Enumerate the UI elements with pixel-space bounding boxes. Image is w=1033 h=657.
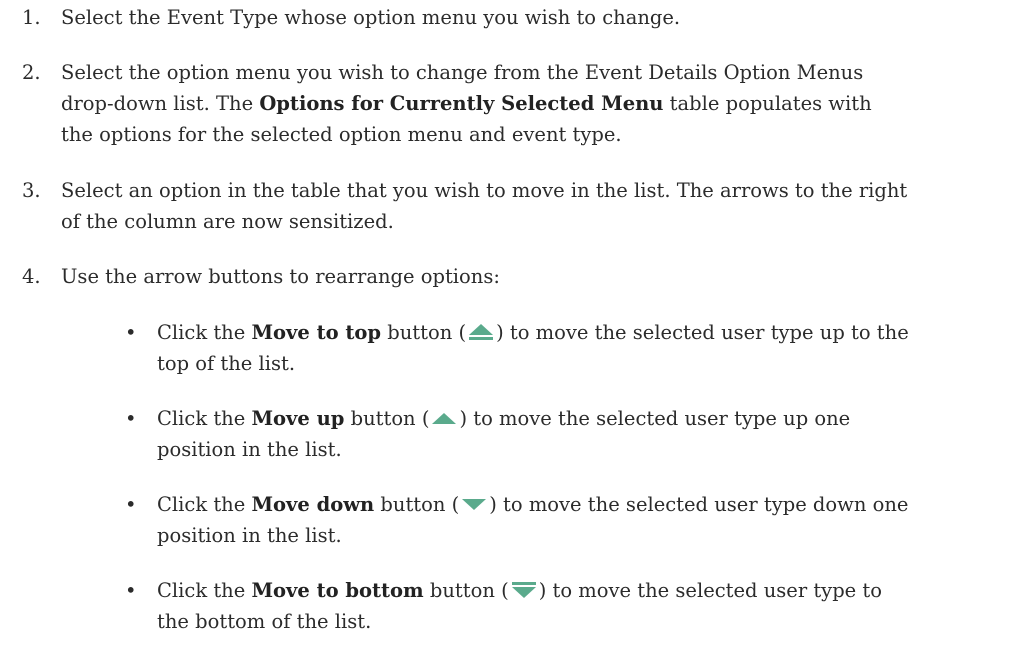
bullet-line: Click the Move to bottom button ( ) to mo… [157,575,1007,606]
text-run: Click the [157,321,252,344]
emphasis-table-name: Options for Currently Selected Menu [259,92,664,115]
bullet-text: Click the Move down button ( ) to move th… [157,489,1007,551]
bullet-line: top of the list. [157,352,296,375]
move-up-icon [430,408,458,428]
bullet-text: Click the Move to top button ( ) to move … [157,317,1007,379]
step-line: the options for the selected option menu… [61,123,622,146]
bullet-dot: • [125,579,137,602]
text-run: table populates with [663,92,872,115]
text-run: ) to move the selected user type up to t… [496,321,909,344]
bullet-dot: • [125,407,137,430]
emphasis-button-name: Move to top [251,321,382,344]
instruction-document: 1. Select the Event Type whose option me… [0,0,1033,657]
bullet-text: Click the Move up button ( ) to move the … [157,403,1007,465]
step-line: Select the option menu you wish to chang… [61,61,864,84]
text-run: drop-down list. The [61,92,260,115]
move-down-icon [460,494,488,514]
text-run: button ( [423,579,509,602]
text-run: Click the [157,579,252,602]
step-text: Select the option menu you wish to chang… [61,57,1006,150]
step-number: 4. [22,265,41,288]
text-run: button ( [381,321,467,344]
text-run: button ( [374,493,460,516]
move-to-bottom-icon [510,580,538,600]
bullet-text: Click the Move to bottom button ( ) to mo… [157,575,1007,637]
step-line: Select an option in the table that you w… [61,179,908,202]
emphasis-button-name: Move down [251,493,375,516]
move-to-top-icon [467,322,495,342]
bullet-dot: • [125,321,137,344]
bullet-line: position in the list. [157,524,342,547]
bullet-line: position in the list. [157,438,342,461]
bullet-line: Click the Move to top button ( ) to move … [157,317,1007,348]
emphasis-button-name: Move up [251,407,345,430]
step-number: 3. [22,179,41,202]
text-run: Click the [157,407,252,430]
step-number: 2. [22,61,41,84]
text-run: Click the [157,493,252,516]
step-text: Select the Event Type whose option menu … [61,6,681,29]
step-line: of the column are now sensitized. [61,210,394,233]
text-run: ) to move the selected user type to [538,579,882,602]
text-run: ) to move the selected user type up one [459,407,851,430]
step-number: 1. [22,6,41,29]
bullet-dot: • [125,493,137,516]
text-run: ) to move the selected user type down on… [489,493,909,516]
bullet-line: Click the Move up button ( ) to move the … [157,403,1007,434]
emphasis-button-name: Move to bottom [251,579,424,602]
step-line: drop-down list. The Options for Currentl… [61,88,1006,119]
step-text: Use the arrow buttons to rearrange optio… [61,265,500,288]
text-run: button ( [344,407,430,430]
step-text: Select an option in the table that you w… [61,175,1006,237]
bullet-line: Click the Move down button ( ) to move th… [157,489,1007,520]
bullet-line: the bottom of the list. [157,610,372,633]
